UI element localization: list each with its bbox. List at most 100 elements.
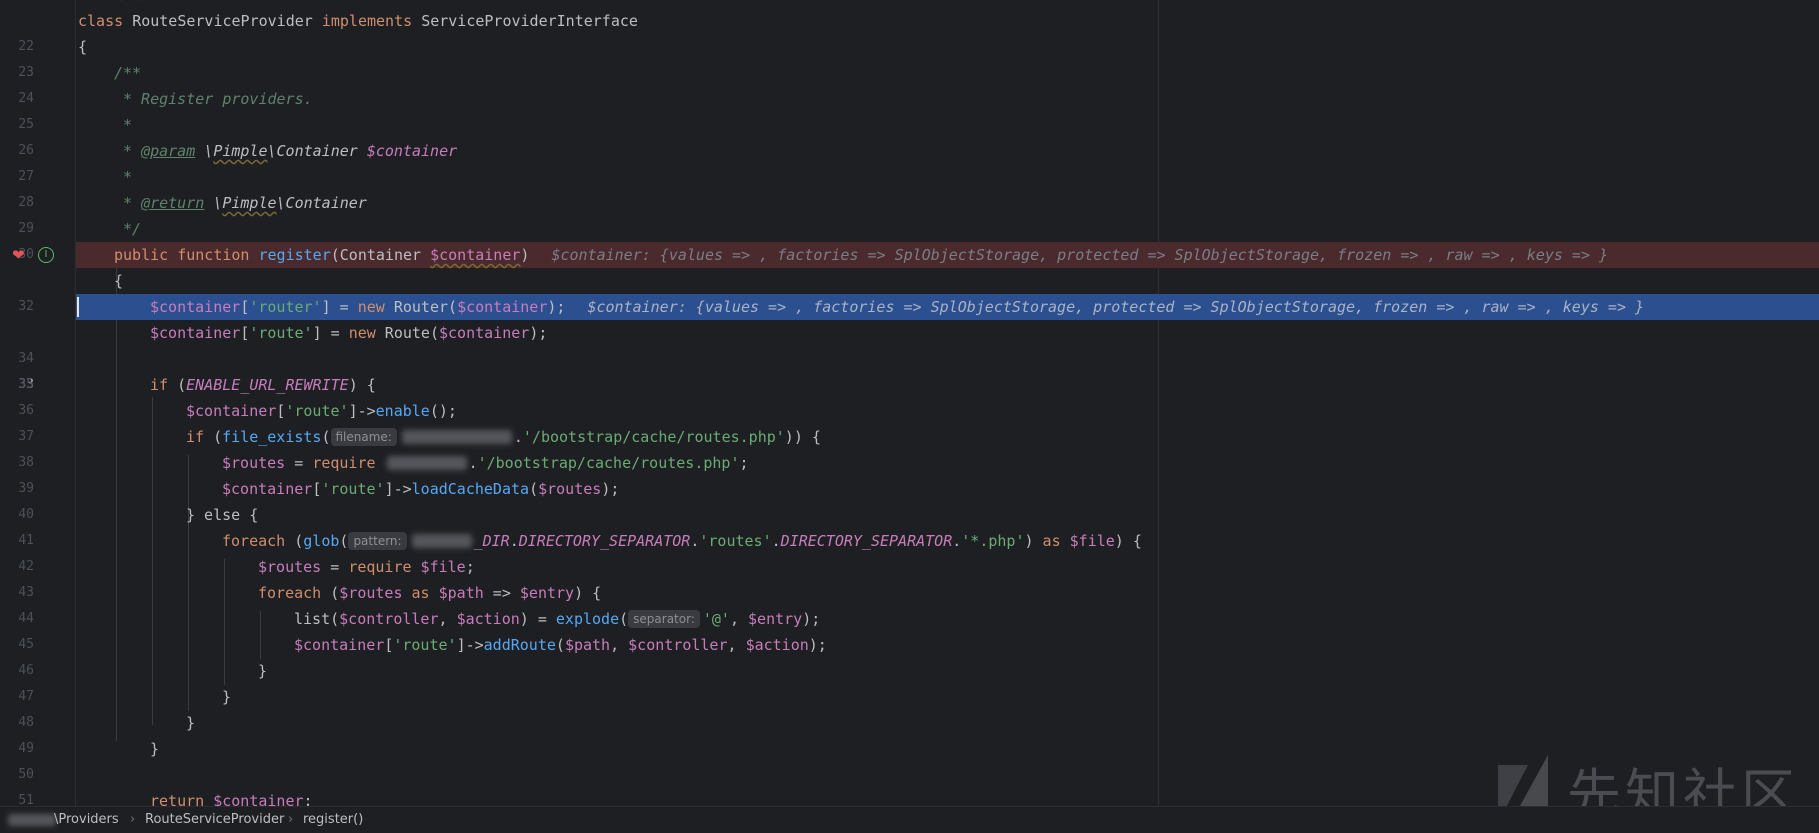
doc-type-prefix: \ [204, 142, 214, 160]
code-line[interactable]: 27 * @param \Pimple\Container $container [0, 138, 1819, 184]
variable[interactable]: $container [204, 792, 303, 806]
function-call[interactable]: glob [303, 532, 339, 550]
code-line[interactable]: 48 } [0, 684, 1819, 730]
code-line[interactable]: 40 $container['route']->loadCacheData($r… [0, 476, 1819, 522]
breadcrumb: \Providers › RouteServiceProvider › regi… [0, 806, 1819, 833]
variable[interactable]: $container [294, 636, 384, 654]
text-caret [77, 297, 79, 317]
code-line[interactable]: 38 if (file_exists(filename: .'/bootstrap… [0, 424, 1819, 470]
variable[interactable]: $container [457, 298, 547, 316]
variable[interactable]: $container [186, 402, 276, 420]
string-literal: '@' [702, 610, 730, 628]
code-line[interactable]: 32 { [0, 268, 1819, 314]
punct: ] = [312, 324, 349, 342]
constant[interactable]: _DIR [474, 532, 510, 550]
variable[interactable]: $container [439, 324, 529, 342]
code-line[interactable]: 49 } [0, 710, 1819, 756]
list-construct: list [294, 610, 331, 628]
constant[interactable]: ENABLE_URL_REWRITE [186, 376, 349, 394]
code-line[interactable]: 23 { [0, 34, 1819, 80]
code-line[interactable]: 41 } else { [0, 502, 1819, 548]
parameter-hint: filename: [330, 428, 397, 446]
code-line[interactable]: 28 * [0, 164, 1819, 210]
punct: (); [429, 402, 457, 420]
variable[interactable]: $action [746, 636, 809, 654]
code-line[interactable]: 24 /** [0, 60, 1819, 106]
constant[interactable]: DIRECTORY_SEPARATOR [781, 532, 953, 550]
punct: ( [555, 636, 565, 654]
variable[interactable]: $routes [538, 480, 601, 498]
method-name[interactable]: register [259, 246, 331, 264]
clipped-comment: * 注册路由 [78, 0, 156, 7]
punct: ) { [1114, 532, 1142, 550]
variable[interactable]: $file [412, 558, 466, 576]
code-line[interactable]: 37 $container['route']->enable(); [0, 398, 1819, 444]
interface-name[interactable]: ServiceProviderInterface [421, 12, 638, 30]
doc-type[interactable]: \Container [277, 194, 367, 212]
debug-inline-value[interactable]: $container: {values => , factories => Sp… [551, 246, 1608, 264]
keyword: public [114, 246, 169, 264]
code-line[interactable]: 25 * Register providers. [0, 86, 1819, 132]
code-line[interactable]: 42 foreach (glob(pattern: _DIR.DIRECTORY_… [0, 528, 1819, 574]
else-block: } else { [186, 506, 259, 524]
variable[interactable]: $routes [339, 584, 402, 602]
param-var[interactable]: $container [430, 246, 520, 264]
variable[interactable]: $routes [258, 558, 321, 576]
punct: ( [619, 610, 629, 628]
variable[interactable]: $container [150, 298, 240, 316]
constant[interactable]: DIRECTORY_SEPARATOR [519, 532, 691, 550]
variable[interactable]: $controller [628, 636, 727, 654]
implements-method-icon[interactable]: I [38, 247, 54, 263]
doc-type-namespace[interactable]: Pimple [213, 142, 267, 160]
code-line[interactable]: 35 [0, 346, 1819, 392]
doc-type[interactable]: \Container [268, 142, 358, 160]
variable[interactable]: $path [565, 636, 610, 654]
variable[interactable]: $action [457, 610, 520, 628]
variable[interactable]: $container [222, 480, 312, 498]
code-line-breakpoint[interactable]: ❤︎ I public function register(Container … [0, 242, 1819, 268]
variable[interactable]: $container [150, 324, 240, 342]
function-call[interactable]: file_exists [222, 428, 321, 446]
class-name[interactable]: RouteServiceProvider [132, 12, 313, 30]
code-line[interactable]: 22 class RouteServiceProvider implements… [0, 8, 1819, 54]
method-call[interactable]: enable [376, 402, 430, 420]
code-line[interactable]: 44 foreach ($routes as $path => $entry) … [0, 580, 1819, 626]
code-line[interactable]: 43 $routes = require $file; [0, 554, 1819, 600]
variable[interactable]: $entry [748, 610, 802, 628]
keyword: foreach [222, 532, 286, 550]
code-editor[interactable]: * 注册路由 22 class RouteServiceProvider imp… [0, 0, 1819, 806]
method-call[interactable]: loadCacheData [412, 480, 529, 498]
breadcrumb-item[interactable]: \Providers [54, 807, 119, 833]
doc-comment: * Register providers. [123, 90, 313, 108]
doc-type-namespace[interactable]: Pimple [222, 194, 276, 212]
punct: , [729, 610, 749, 628]
code-line[interactable]: 29 * @return \Pimple\Container [0, 190, 1819, 236]
keyword: require [348, 558, 412, 576]
code-line[interactable]: 30 */ [0, 216, 1819, 262]
code-line[interactable]: 26 * [0, 112, 1819, 158]
punct: [ [240, 298, 250, 316]
variable[interactable]: $routes [222, 454, 285, 472]
variable[interactable]: $file [1061, 532, 1115, 550]
keyword: as [1042, 532, 1061, 550]
punct: ) [1024, 532, 1043, 550]
code-line[interactable]: 46 $container['route']->addRoute($path, … [0, 632, 1819, 678]
breakpoint-icon[interactable]: ❤︎ [12, 242, 25, 268]
punct: ( [285, 532, 304, 550]
class-ref[interactable]: Route( [376, 324, 439, 342]
code-line[interactable]: 34 $container['route'] = new Route($cont… [0, 320, 1819, 366]
code-line[interactable]: 36 if (ENABLE_URL_REWRITE) { [0, 372, 1819, 418]
method-call[interactable]: addRoute [484, 636, 556, 654]
breadcrumb-item[interactable]: RouteServiceProvider [145, 807, 284, 833]
code-line-execution-point[interactable]: 33 $container['router'] = new Router($co… [0, 294, 1819, 392]
code-line[interactable]: 39 $routes = require .'/bootstrap/cache/… [0, 450, 1819, 496]
code-line[interactable]: 47 } [0, 658, 1819, 704]
class-ref[interactable]: Router( [385, 298, 457, 316]
variable[interactable]: $controller [339, 610, 438, 628]
function-call[interactable]: explode [556, 610, 619, 628]
code-line[interactable]: 45 list($controller, $action) = explode(… [0, 606, 1819, 652]
variable[interactable]: $entry [520, 584, 574, 602]
variable[interactable]: $path [439, 584, 484, 602]
breadcrumb-item[interactable]: register() [303, 807, 363, 833]
debug-inline-value[interactable]: $container: {values => , factories => Sp… [587, 298, 1644, 316]
